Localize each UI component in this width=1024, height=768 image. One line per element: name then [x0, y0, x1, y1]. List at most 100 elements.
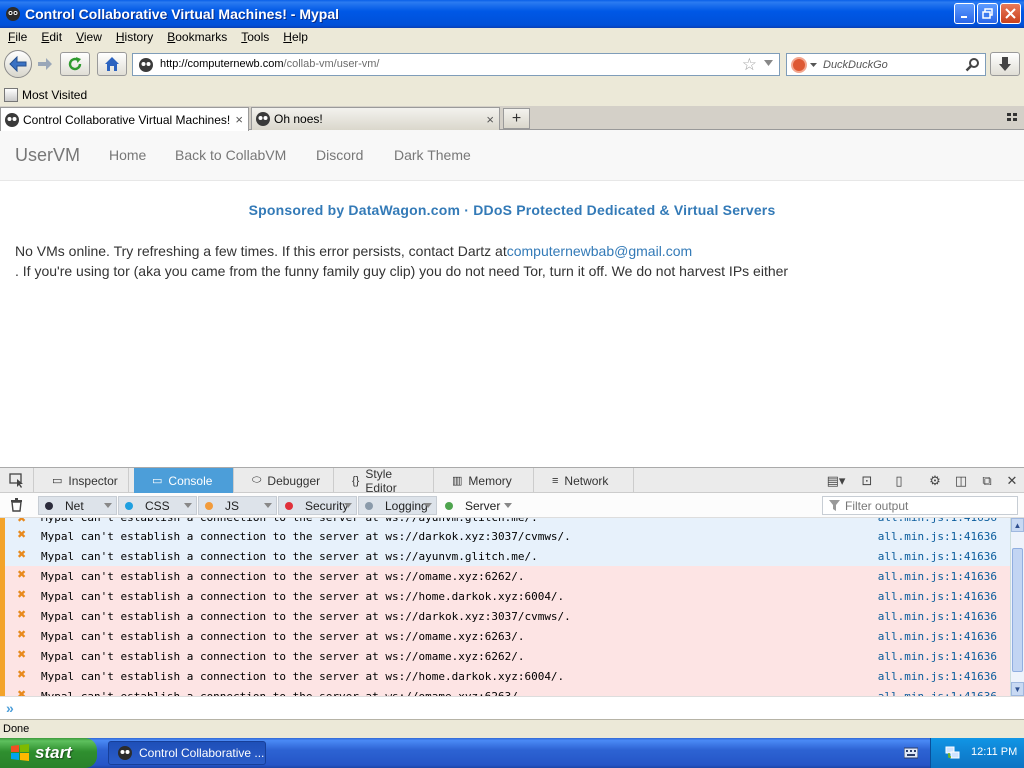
console-source-link[interactable]: all.min.js:1:41636	[878, 530, 997, 543]
split-console-icon[interactable]: ⊡	[858, 472, 876, 489]
list-all-tabs-icon[interactable]	[1007, 112, 1018, 123]
site-identity-icon[interactable]	[138, 57, 154, 73]
error-icon: ✖	[17, 548, 27, 561]
console-source-link[interactable]: all.min.js:1:41636	[878, 630, 997, 643]
console-source-link[interactable]: all.min.js:1:41636	[878, 590, 997, 603]
console-icon: ▭	[152, 475, 163, 487]
console-message-row[interactable]: ✖Mypal can't establish a connection to t…	[0, 566, 1010, 586]
filter-css-button[interactable]: CSS	[118, 496, 197, 515]
responsive-design-icon[interactable]: ▯	[890, 472, 908, 489]
devtools-tab-memory[interactable]: ▥ Memory	[434, 468, 534, 493]
devtools-tab-debugger[interactable]: ⬭ Debugger	[234, 468, 334, 493]
scroll-thumb[interactable]	[1012, 548, 1023, 672]
forward-button[interactable]	[34, 54, 56, 74]
restore-button[interactable]	[977, 3, 998, 24]
console-message-row[interactable]: ✖Mypal can't establish a connection to t…	[0, 626, 1010, 646]
console-message-row[interactable]: ✖Mypal can't establish a connection to t…	[0, 546, 1010, 566]
tab-control-collaborative[interactable]: Control Collaborative Virtual Machines! …	[0, 107, 249, 131]
tab-close-icon[interactable]: ×	[486, 112, 494, 127]
nav-back-to-collabvm-link[interactable]: Back to CollabVM	[175, 147, 286, 163]
devtools-tab-network[interactable]: ≡ Network	[534, 468, 634, 493]
menu-tools[interactable]: Tools	[233, 30, 275, 44]
console-message-row[interactable]: ✖Mypal can't establish a connection to t…	[0, 586, 1010, 606]
menu-history[interactable]: History	[108, 30, 159, 44]
new-tab-button[interactable]: +	[503, 108, 530, 129]
minimize-button[interactable]	[954, 3, 975, 24]
downloads-button[interactable]	[990, 52, 1020, 76]
filter-server-button[interactable]: Server	[438, 496, 517, 515]
console-message-row[interactable]: ✖Mypal can't establish a connection to t…	[0, 646, 1010, 666]
menu-help-accel: H	[283, 29, 292, 44]
nav-home-link[interactable]: Home	[109, 147, 146, 163]
clear-console-trash-icon[interactable]	[10, 498, 23, 512]
filter-output-input[interactable]: Filter output	[822, 496, 1018, 515]
taskbar-window-button[interactable]: Control Collaborative ...	[108, 741, 266, 765]
split-layout-icon[interactable]: ▤▾	[824, 472, 848, 489]
undock-window-icon[interactable]: ⧉	[978, 472, 996, 489]
dock-side-icon[interactable]: ◫	[952, 472, 970, 489]
tab-close-icon[interactable]: ×	[235, 112, 243, 127]
console-message-row[interactable]: ✖Mypal can't establish a connection to t…	[0, 666, 1010, 686]
bookmarks-toolbar: Most Visited	[0, 84, 1024, 106]
start-button[interactable]: start	[0, 738, 97, 768]
console-source-link[interactable]: all.min.js:1:41636	[878, 650, 997, 663]
close-window-button[interactable]	[1000, 3, 1021, 24]
url-history-dropdown-icon[interactable]	[764, 60, 773, 66]
sponsor-link[interactable]: Sponsored by DataWagon.com · DDoS Protec…	[0, 202, 1024, 218]
dropdown-arrow-icon	[264, 503, 272, 508]
nav-discord-link[interactable]: Discord	[316, 147, 363, 163]
address-bar[interactable]: http://computernewb.com/collab-vm/user-v…	[132, 53, 780, 76]
filter-logging-button[interactable]: Logging	[358, 496, 437, 515]
back-button[interactable]	[4, 50, 32, 78]
contact-email-link[interactable]: computernewbab@gmail.com	[507, 243, 692, 259]
js-dot-icon	[205, 501, 213, 510]
console-message-row[interactable]: ✖Mypal can't establish a connection to t…	[0, 606, 1010, 626]
search-bar[interactable]: DuckDuckGo	[786, 53, 986, 76]
console-message-row[interactable]: ✖Mypal can't establish a connection to t…	[0, 686, 1010, 696]
console-scrollbar[interactable]: ▲ ▼	[1010, 518, 1024, 696]
filter-js-button[interactable]: JS	[198, 496, 277, 515]
network-connection-icon[interactable]	[945, 745, 961, 761]
menu-view-label: iew	[83, 29, 102, 44]
dropdown-arrow-icon	[104, 503, 112, 508]
tab-oh-noes[interactable]: Oh noes! ×	[251, 107, 500, 130]
scroll-up-icon[interactable]: ▲	[1011, 518, 1024, 532]
nav-dark-theme-link[interactable]: Dark Theme	[394, 147, 471, 163]
menu-file[interactable]: File	[0, 30, 33, 44]
console-input[interactable]: »	[0, 696, 1024, 720]
search-engine-dropdown-icon[interactable]	[810, 63, 817, 67]
console-source-link[interactable]: all.min.js:1:41636	[878, 570, 997, 583]
filter-net-button[interactable]: Net	[38, 496, 117, 515]
console-source-link[interactable]: all.min.js:1:41636	[878, 670, 997, 683]
reload-button[interactable]	[60, 52, 90, 76]
taskbar-window-label: Control Collaborative ...	[139, 746, 265, 760]
menu-view[interactable]: View	[68, 30, 108, 44]
console-message-row[interactable]: ✖Mypal can't establish a connection to t…	[0, 518, 1010, 526]
home-icon	[105, 57, 119, 71]
bookmark-most-visited[interactable]: Most Visited	[4, 88, 87, 102]
devtools-tab-console[interactable]: ▭ Console	[134, 468, 234, 493]
keyboard-language-icon[interactable]	[904, 746, 918, 759]
search-icon[interactable]	[965, 57, 980, 72]
start-label: start	[35, 743, 72, 762]
url-text[interactable]: http://computernewb.com/collab-vm/user-v…	[160, 58, 379, 70]
console-source-link[interactable]: all.min.js:1:41636	[878, 610, 997, 623]
bookmark-star-icon[interactable]: ☆	[742, 55, 757, 75]
close-devtools-icon[interactable]: ✕	[1003, 472, 1021, 489]
menu-help[interactable]: Help	[275, 30, 314, 44]
home-button[interactable]	[97, 52, 127, 76]
scroll-down-icon[interactable]: ▼	[1011, 682, 1024, 696]
console-source-link[interactable]: all.min.js:1:41636	[878, 518, 997, 524]
duckduckgo-icon[interactable]	[791, 57, 807, 73]
devtools-tab-style-editor[interactable]: {} Style Editor	[334, 467, 434, 495]
console-source-link[interactable]: all.min.js:1:41636	[878, 550, 997, 563]
filter-label: Net	[65, 498, 84, 513]
filter-security-button[interactable]: Security	[278, 496, 357, 515]
site-brand[interactable]: UserVM	[15, 145, 80, 166]
element-picker-button[interactable]	[0, 468, 34, 493]
devtools-tab-inspector[interactable]: ▭ Inspector	[34, 468, 129, 493]
menu-edit[interactable]: Edit	[33, 30, 68, 44]
console-message-row[interactable]: ✖Mypal can't establish a connection to t…	[0, 526, 1010, 546]
settings-gear-icon[interactable]: ⚙	[926, 472, 944, 489]
menu-bookmarks[interactable]: Bookmarks	[159, 30, 233, 44]
